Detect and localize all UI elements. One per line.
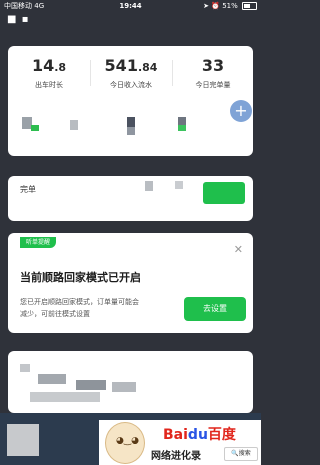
order-title: 完单 bbox=[20, 185, 36, 194]
mosaic-block bbox=[31, 125, 39, 131]
location-icon: ➤ bbox=[203, 2, 210, 10]
stat-income[interactable]: 541.84 今日收入流水 bbox=[90, 56, 172, 90]
mosaic-block bbox=[30, 392, 100, 402]
mascot-face-icon: ◕‿◕ bbox=[116, 436, 139, 446]
go-settings-button[interactable]: 去设置 bbox=[184, 297, 246, 321]
notice-body-line: 您已开启顺路回家模式，订单量可能会 bbox=[20, 298, 139, 306]
mosaic-block bbox=[112, 382, 136, 392]
mosaic-block bbox=[76, 380, 106, 390]
stat-label: 今日收入流水 bbox=[110, 81, 152, 89]
blurred-header: ■ ▪ bbox=[7, 14, 30, 25]
logo-cn: 百度 bbox=[207, 427, 236, 443]
stat-label: 今日完单量 bbox=[195, 81, 231, 89]
notice-card: 听单提醒 ✕ 当前顺路回家模式已开启 您已开启顺路回家模式，订单量可能会 减少，… bbox=[8, 233, 253, 333]
mosaic-block bbox=[175, 181, 183, 189]
add-button[interactable]: + bbox=[230, 100, 252, 122]
watermark-caption: 网络进化录 bbox=[151, 451, 201, 462]
stats-card: 14.8 出车时长 541.84 今日收入流水 33 今日完单量 bbox=[8, 46, 253, 156]
logo-text: Bai bbox=[163, 427, 188, 443]
notice-tag: 听单提醒 bbox=[20, 237, 57, 248]
battery-info: ➤ ⏰ 51% bbox=[203, 0, 257, 13]
close-icon[interactable]: ✕ bbox=[234, 243, 243, 256]
stat-orders[interactable]: 33 今日完单量 bbox=[172, 56, 254, 90]
stat-label: 出车时长 bbox=[35, 81, 63, 89]
mosaic-block bbox=[70, 120, 78, 130]
stat-value: 541.84 bbox=[104, 56, 158, 75]
baidu-watermark: ◕‿◕ Baidu百度 网络进化录 🔍搜索 bbox=[99, 420, 261, 465]
bottom-thumbnail[interactable] bbox=[7, 424, 39, 456]
mascot-image: ◕‿◕ bbox=[105, 422, 145, 464]
mosaic-block bbox=[127, 117, 135, 127]
search-button[interactable]: 🔍搜索 bbox=[224, 447, 258, 461]
notice-title: 当前顺路回家模式已开启 bbox=[20, 271, 141, 284]
mosaic-block bbox=[178, 117, 186, 125]
battery-label: 51% bbox=[222, 2, 238, 10]
alarm-icon: ⏰ bbox=[211, 2, 220, 10]
stat-value: 33 bbox=[201, 56, 225, 75]
search-label: 搜索 bbox=[238, 450, 251, 457]
notice-body-line: 减少，可前往模式设置 bbox=[20, 310, 90, 318]
battery-icon bbox=[242, 2, 257, 10]
notice-body: 您已开启顺路回家模式，订单量可能会 减少，可前往模式设置 bbox=[20, 296, 180, 320]
mosaic-block bbox=[20, 364, 30, 372]
order-action-button[interactable] bbox=[203, 182, 245, 204]
baidu-logo: Baidu百度 bbox=[163, 424, 236, 444]
mosaic-block bbox=[178, 125, 186, 131]
logo-paw: du bbox=[187, 427, 208, 443]
stat-drive-time[interactable]: 14.8 出车时长 bbox=[8, 56, 90, 90]
status-bar: 中国移动 4G 19:44 ➤ ⏰ 51% bbox=[0, 0, 261, 13]
stat-value: 14.8 bbox=[31, 56, 67, 75]
mosaic-block bbox=[127, 127, 135, 135]
mosaic-block bbox=[145, 181, 153, 191]
mosaic-block bbox=[38, 374, 66, 384]
order-card[interactable]: 完单 bbox=[8, 176, 253, 221]
